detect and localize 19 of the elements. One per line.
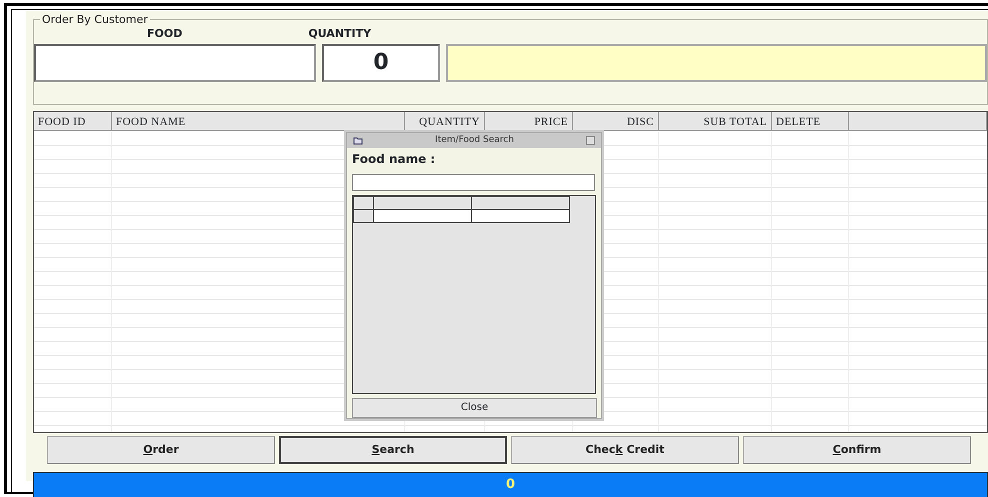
food-name-field[interactable] [352, 174, 595, 191]
column-header[interactable]: FOOD ID [34, 112, 112, 130]
column-header[interactable]: DELETE [772, 112, 849, 130]
total-text: 0 [506, 476, 516, 494]
dialog-title: Item/Food Search [434, 134, 515, 147]
close-button[interactable]: Close [352, 398, 597, 418]
field-label: Food name : [351, 151, 436, 168]
action-button[interactable]: Order [47, 436, 275, 464]
window-icon [353, 136, 363, 144]
quantity-field[interactable]: 0 [322, 44, 440, 82]
action-button[interactable]: Confirm [743, 436, 971, 464]
group-title: Order By Customer [40, 12, 150, 28]
field-label: FOOD [147, 26, 182, 42]
field-label: QUANTITY [308, 26, 372, 42]
column-header[interactable]: SUB TOTAL [659, 112, 772, 130]
maximize-icon[interactable] [586, 136, 595, 145]
food-field[interactable] [34, 44, 316, 82]
action-button[interactable]: Check Credit [511, 436, 739, 464]
action-button[interactable]: Search [279, 436, 507, 464]
